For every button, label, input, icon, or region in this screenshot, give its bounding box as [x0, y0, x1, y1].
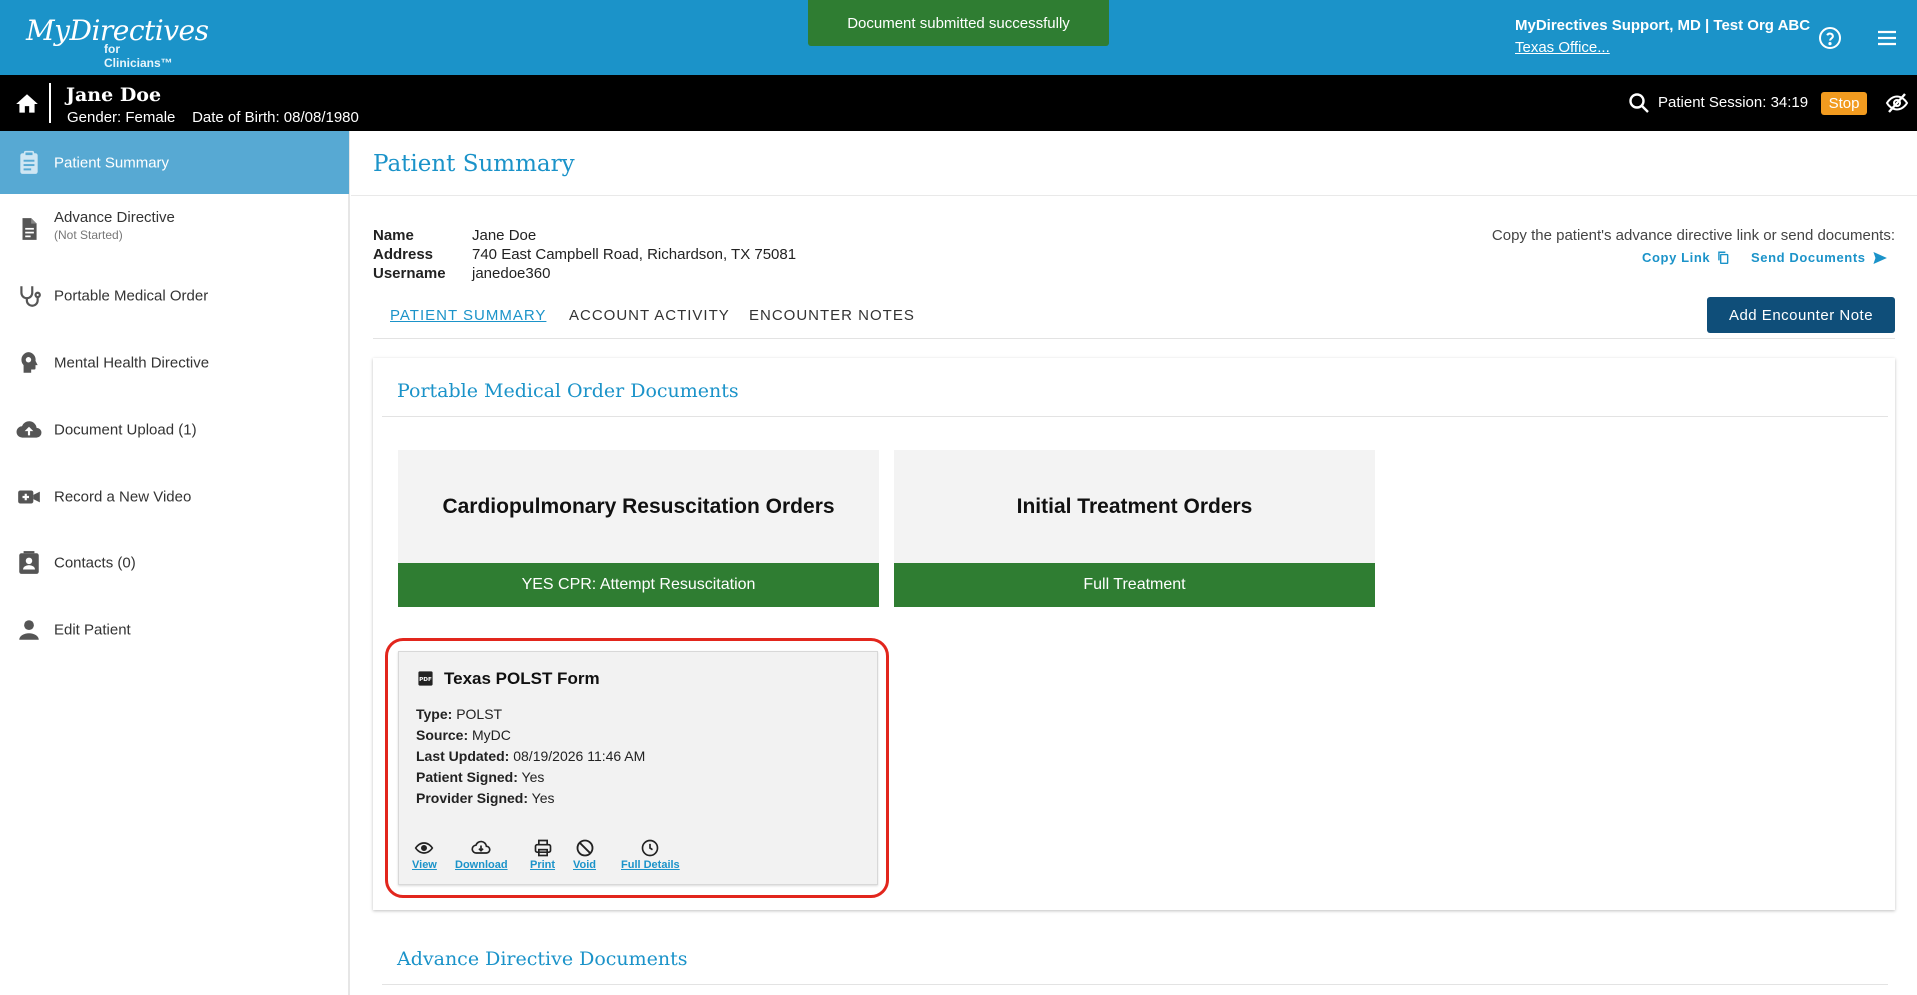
treatment-order-card: Initial Treatment Orders Full Treatment: [894, 450, 1375, 607]
sidebar-item-document-upload[interactable]: Document Upload (1): [0, 398, 349, 461]
sidebar-item-record-video[interactable]: Record a New Video: [0, 465, 349, 528]
order-title: Cardiopulmonary Resuscitation Orders: [442, 495, 835, 518]
sidebar-item-label: Document Upload (1): [54, 421, 197, 438]
organization-link[interactable]: Texas Office...: [1515, 39, 1610, 56]
logo-subtitle: for Clinicians™: [104, 42, 173, 70]
top-header: MyDirectives for Clinicians™ Document su…: [0, 0, 1917, 75]
highlight-outline: [385, 638, 889, 898]
stop-session-button[interactable]: Stop: [1821, 92, 1867, 115]
sidebar-item-label: Record a New Video: [54, 488, 192, 505]
advance-directive-section-title: Advance Directive Documents: [397, 948, 688, 970]
gender-value: Female: [125, 109, 176, 126]
sidebar: Patient Summary Advance Directive (Not S…: [0, 131, 350, 995]
sidebar-item-label: Patient Summary: [54, 154, 170, 171]
address-value: 740 East Campbell Road, Richardson, TX 7…: [472, 246, 797, 263]
gender-label: Gender:: [67, 109, 122, 126]
tabs-divider: [373, 338, 1895, 339]
eye-off-icon[interactable]: [1884, 91, 1910, 115]
sidebar-item-status: (Not Started): [54, 227, 123, 242]
page-title: Patient Summary: [373, 151, 575, 177]
sidebar-item-mental-health-directive[interactable]: Mental Health Directive: [0, 331, 349, 394]
sidebar-item-label: Edit Patient: [54, 621, 131, 638]
tab-patient-summary[interactable]: PATIENT SUMMARY: [390, 307, 546, 324]
sidebar-item-label: Advance Directive: [54, 208, 175, 226]
copy-instructions: Copy the patient's advance directive lin…: [1491, 227, 1895, 244]
pmo-section-title: Portable Medical Order Documents: [397, 380, 739, 402]
mydirectives-logo[interactable]: MyDirectives for Clinicians™: [26, 14, 209, 70]
name-label: Name: [373, 227, 414, 244]
clipboard-icon: [20, 150, 38, 174]
copy-icon: [1718, 251, 1729, 265]
patient-bar: Jane Doe Gender: Female Date of Birth: 0…: [0, 75, 1917, 131]
tab-account-activity[interactable]: ACCOUNT ACTIVITY: [569, 307, 730, 324]
add-encounter-note-button[interactable]: Add Encounter Note: [1707, 297, 1895, 333]
address-label: Address: [373, 246, 434, 263]
order-title: Initial Treatment Orders: [1016, 495, 1253, 518]
session-time: 34:19: [1770, 94, 1809, 111]
sidebar-item-label: Portable Medical Order: [54, 287, 209, 304]
sidebar-item-edit-patient[interactable]: Edit Patient: [0, 598, 349, 661]
tab-encounter-notes[interactable]: ENCOUNTER NOTES: [749, 307, 915, 324]
person-icon: [19, 619, 39, 640]
session-timer: Patient Session: 34:19: [1658, 94, 1808, 111]
sidebar-item-patient-summary[interactable]: Patient Summary: [0, 131, 349, 194]
help-circle-icon[interactable]: [1818, 26, 1842, 50]
advance-directive-section-divider: [382, 984, 1888, 985]
title-divider: [351, 195, 1917, 196]
send-documents-button[interactable]: Send Documents: [1751, 250, 1888, 265]
copy-link-label: Copy Link: [1642, 250, 1711, 265]
hamburger-menu-icon[interactable]: [1875, 26, 1899, 50]
sidebar-item-contacts[interactable]: Contacts (0): [0, 531, 349, 594]
user-name: MyDirectives Support, MD | Test Org ABC: [1515, 17, 1811, 34]
patient-name: Jane Doe: [66, 84, 162, 106]
username-label: Username: [373, 265, 446, 282]
home-icon[interactable]: [14, 91, 40, 117]
head-icon: [21, 351, 38, 373]
send-icon: [1873, 251, 1887, 264]
dob-label: Date of Birth:: [192, 109, 280, 126]
stethoscope-icon: [20, 285, 41, 307]
patient-bar-divider: [49, 83, 51, 123]
sidebar-item-label: Mental Health Directive: [54, 354, 210, 371]
username-value: janedoe360: [472, 265, 551, 282]
send-documents-label: Send Documents: [1751, 250, 1866, 265]
order-status-badge: Full Treatment: [894, 563, 1375, 607]
sidebar-item-advance-directive[interactable]: Advance Directive (Not Started): [0, 197, 349, 260]
cpr-order-card: Cardiopulmonary Resuscitation Orders YES…: [398, 450, 879, 607]
sidebar-item-portable-medical-order[interactable]: Portable Medical Order: [0, 264, 349, 327]
contact-card-icon: [19, 550, 39, 574]
video-add-icon: [18, 490, 40, 503]
sidebar-item-label: Contacts (0): [54, 554, 136, 571]
session-label: Patient Session:: [1658, 94, 1767, 111]
order-status-badge: YES CPR: Attempt Resuscitation: [398, 563, 879, 607]
name-value: Jane Doe: [472, 227, 537, 244]
pmo-section-divider: [382, 416, 1888, 417]
sidebar-item-label-group: Advance Directive (Not Started): [54, 209, 175, 242]
copy-link-button[interactable]: Copy Link: [1642, 250, 1730, 265]
patient-demographics: Gender: Female Date of Birth: 08/08/1980: [67, 109, 359, 126]
success-toast: Document submitted successfully: [808, 0, 1109, 46]
search-icon[interactable]: [1627, 91, 1651, 115]
document-icon: [22, 217, 37, 240]
cloud-upload-icon: [16, 420, 42, 438]
dob-value: 08/08/1980: [283, 109, 359, 126]
